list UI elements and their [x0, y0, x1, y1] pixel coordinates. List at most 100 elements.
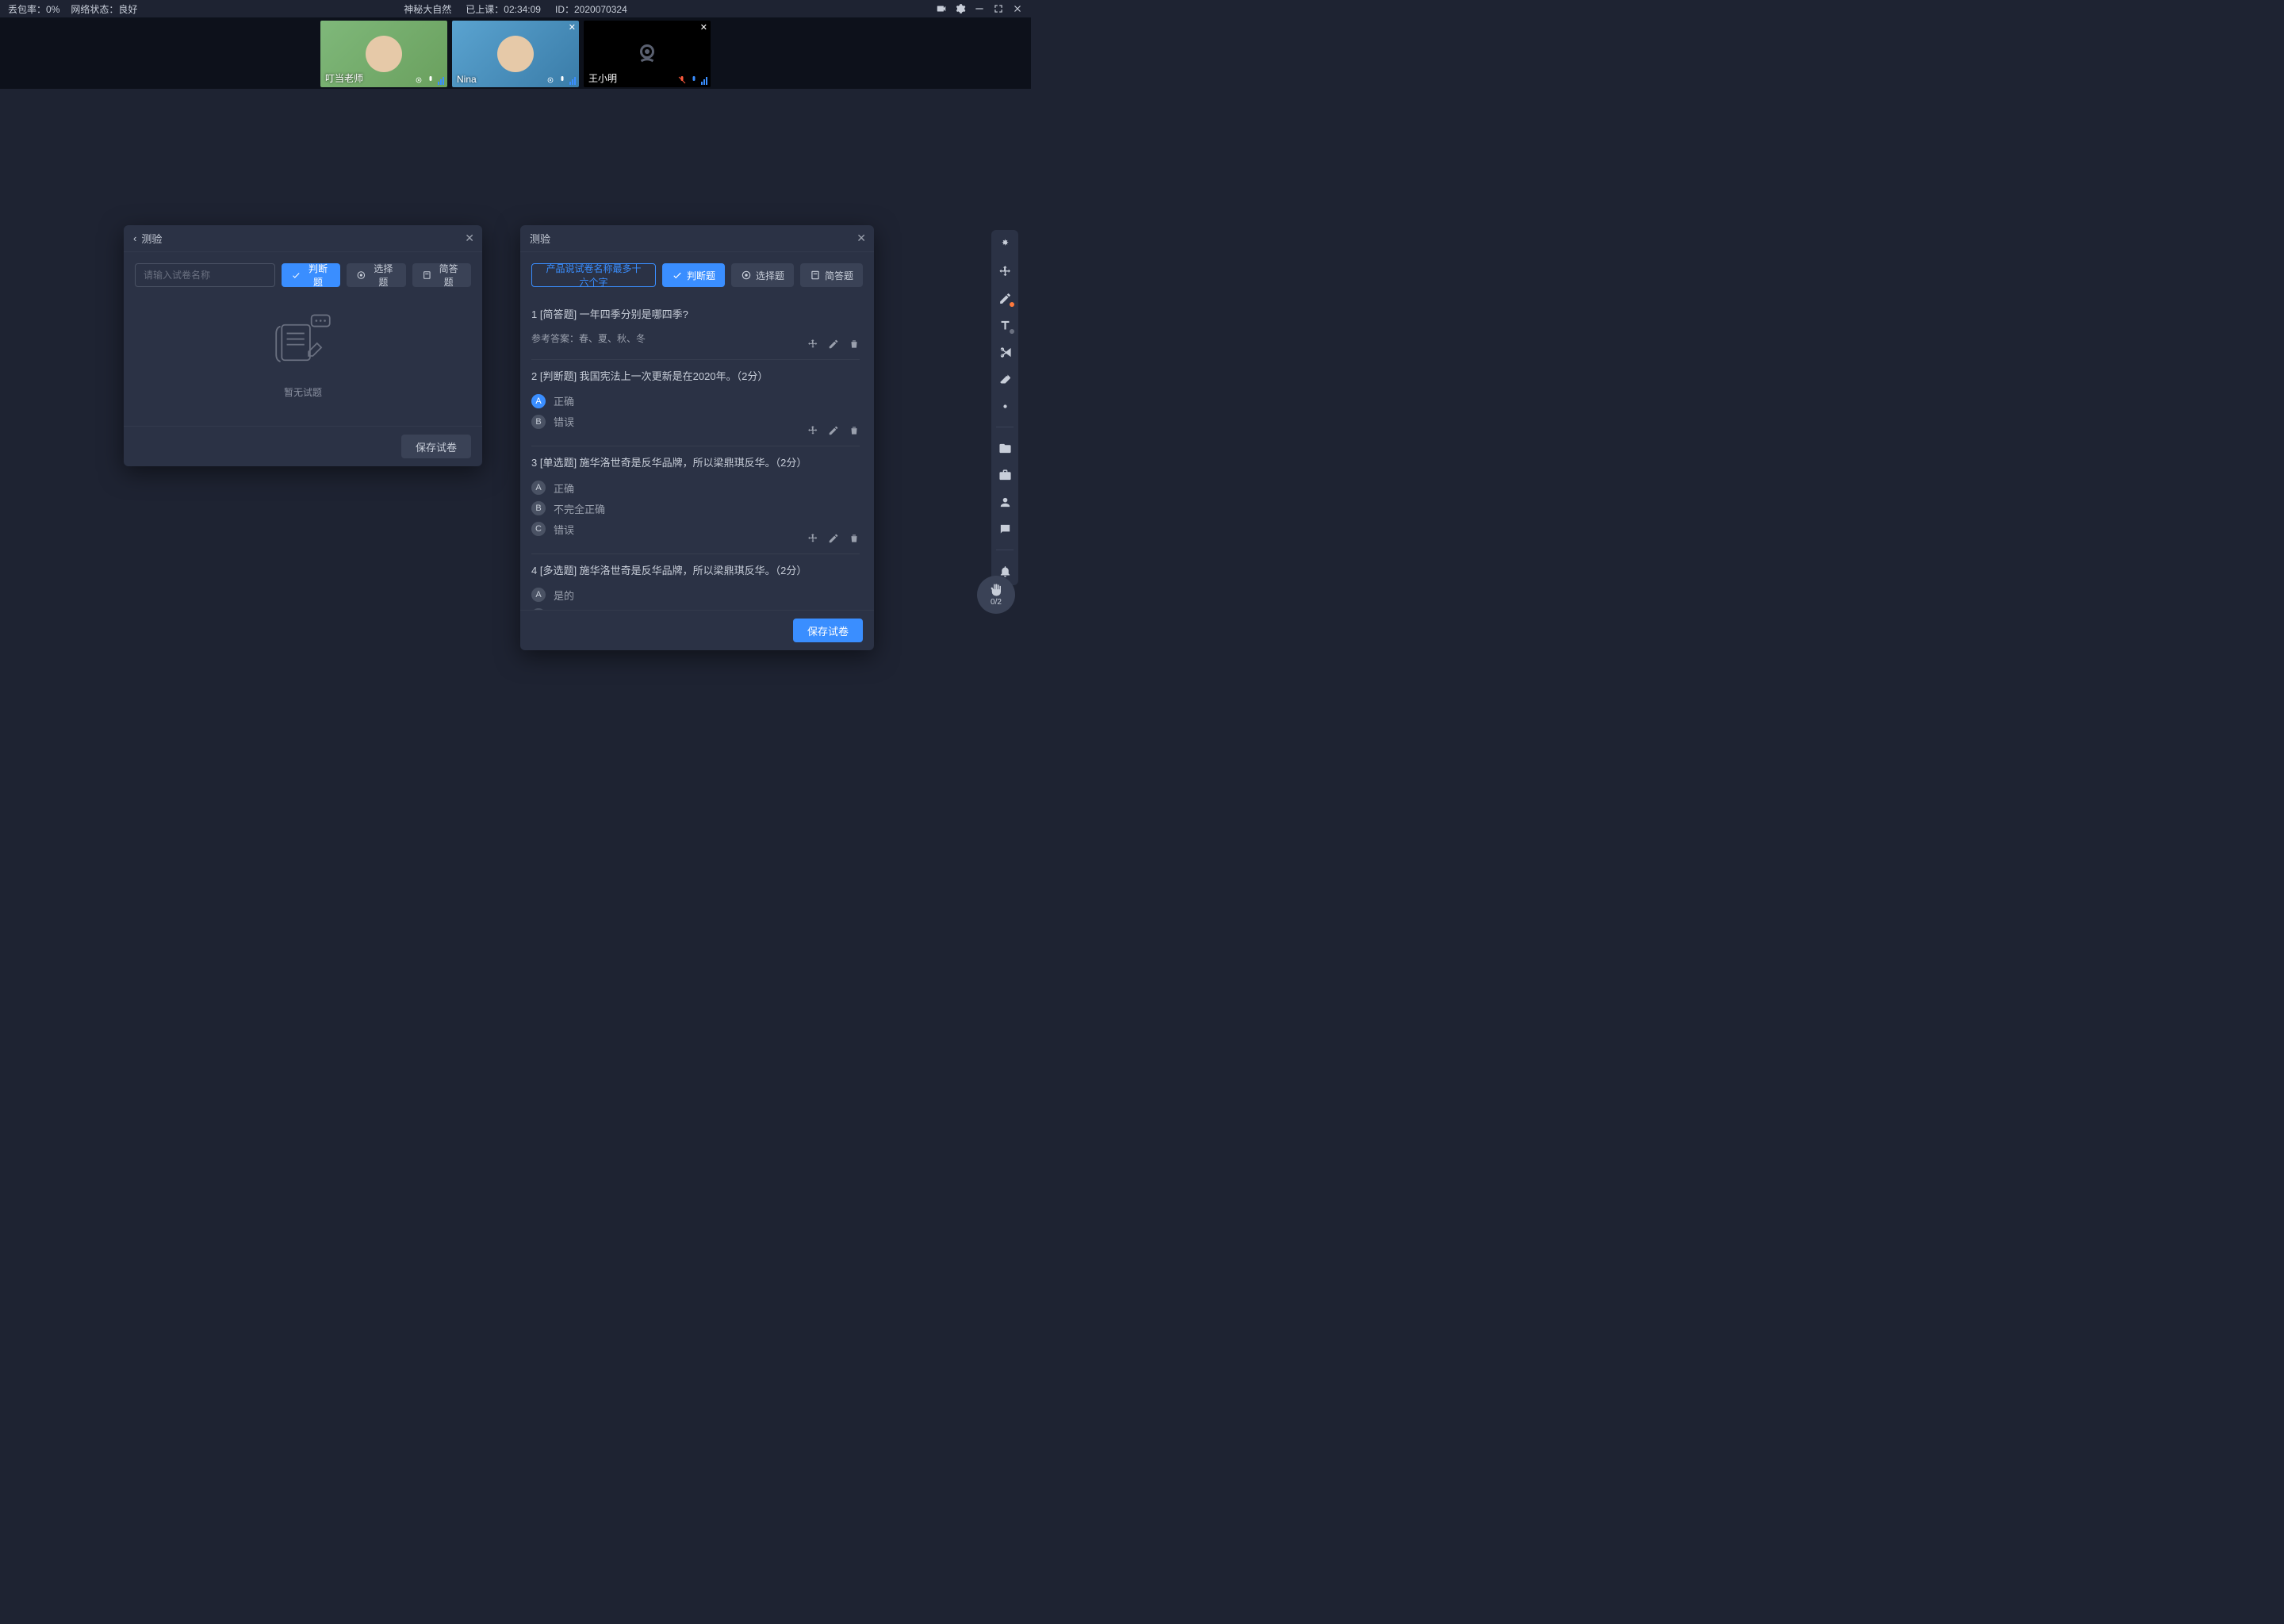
option-letter: B [531, 415, 546, 429]
pen-icon[interactable] [997, 290, 1013, 306]
add-judge-button[interactable]: 判断题 [282, 263, 340, 287]
mic-icon [426, 75, 435, 85]
empty-illus-icon [267, 311, 339, 374]
option-letter: A [531, 394, 546, 408]
option-row[interactable]: B 不完全正确 [531, 608, 860, 610]
packet-loss: 丢包率：0% [8, 2, 59, 16]
quiz-name-input[interactable]: 产品说试卷名称最多十六个字 [531, 263, 656, 287]
panel-title: 测验 [141, 231, 162, 246]
text-icon[interactable] [997, 317, 1013, 333]
quiz-panel-empty: ‹ 测验 ✕ 判断题 选择题 简答题 [124, 225, 482, 466]
option-letter: B [531, 501, 546, 515]
camera-off-icon [633, 40, 661, 68]
right-toolbar [991, 230, 1018, 585]
session-id: ID：2020070324 [555, 2, 627, 16]
back-icon[interactable]: ‹ [133, 232, 136, 244]
signal-icon [438, 77, 444, 85]
option-text: 不完全正确 [554, 608, 605, 610]
option-text: 是的 [554, 588, 574, 603]
delete-icon[interactable] [849, 425, 860, 436]
question-actions [807, 533, 860, 544]
participant-name: 叮当老师 [325, 71, 363, 85]
video-tile[interactable]: 叮当老师 [320, 21, 447, 87]
video-status-icons [677, 75, 707, 85]
video-status-icons [546, 75, 576, 85]
add-judge-button[interactable]: 判断题 [662, 263, 725, 287]
mic-icon [558, 75, 567, 85]
option-text: 不完全正确 [554, 501, 605, 516]
quiz-name-input[interactable] [135, 263, 275, 287]
question-actions [807, 339, 860, 350]
settings-icon[interactable] [955, 3, 966, 14]
empty-state: 暂无试题 [135, 311, 471, 399]
toolbox-icon[interactable] [997, 467, 1013, 483]
edit-icon[interactable] [828, 533, 839, 544]
option-row[interactable]: A 是的 [531, 588, 860, 603]
mic-icon [689, 75, 699, 85]
option-text: 正确 [554, 393, 574, 408]
camera-switch-icon[interactable] [936, 3, 947, 14]
close-icon[interactable]: ✕ [465, 232, 474, 245]
maximize-icon[interactable] [993, 3, 1004, 14]
add-short-button[interactable]: 简答题 [800, 263, 863, 287]
question-block: 1 [简答题] 一年四季分别是哪四季?参考答案：春、夏、秋、冬 [531, 298, 860, 360]
network-status: 网络状态：良好 [71, 2, 137, 16]
video-tile[interactable]: ✕ Nina [452, 21, 579, 87]
signal-icon [701, 77, 707, 85]
move-icon[interactable] [807, 425, 818, 436]
participant-name: Nina [457, 74, 477, 85]
close-video-icon[interactable]: ✕ [569, 22, 576, 33]
move-icon[interactable] [807, 339, 818, 350]
move-icon[interactable] [807, 533, 818, 544]
video-status-icons [414, 75, 444, 85]
chat-icon[interactable] [997, 521, 1013, 537]
delete-icon[interactable] [849, 339, 860, 350]
eraser-icon[interactable] [997, 371, 1013, 387]
course-title: 神秘大自然 [404, 2, 451, 16]
person-icon[interactable] [997, 494, 1013, 510]
option-text: 错误 [554, 414, 574, 429]
question-list[interactable]: 1 [简答题] 一年四季分别是哪四季?参考答案：春、夏、秋、冬 2 [判断题] … [531, 298, 863, 610]
option-letter: B [531, 608, 546, 610]
raise-hand-button[interactable]: 0/2 [977, 576, 1015, 614]
hand-count: 0/2 [991, 598, 1002, 607]
add-choice-button[interactable]: 选择题 [347, 263, 405, 287]
close-video-icon[interactable]: ✕ [700, 22, 707, 33]
folder-icon[interactable] [997, 440, 1013, 456]
save-quiz-button[interactable]: 保存试卷 [401, 435, 471, 458]
delete-icon[interactable] [849, 533, 860, 544]
option-letter: A [531, 588, 546, 602]
question-title: 1 [简答题] 一年四季分别是哪四季? [531, 308, 860, 322]
option-text: 正确 [554, 481, 574, 496]
move-icon[interactable] [997, 263, 1013, 279]
minimize-icon[interactable] [974, 3, 985, 14]
option-row[interactable]: A 正确 [531, 393, 860, 408]
close-window-icon[interactable] [1012, 3, 1023, 14]
save-quiz-button[interactable]: 保存试卷 [793, 619, 863, 642]
titlebar: 丢包率：0% 网络状态：良好 神秘大自然 已上课：02:34:09 ID：202… [0, 0, 1031, 17]
target-icon [546, 75, 555, 85]
brightness-icon[interactable] [997, 398, 1013, 414]
option-letter: C [531, 522, 546, 536]
panel-header: ‹ 测验 ✕ [124, 225, 482, 252]
edit-icon[interactable] [828, 339, 839, 350]
question-title: 3 [单选题] 施华洛世奇是反华品牌，所以梁鼎琪反华。（2分） [531, 456, 860, 470]
mic-muted-icon [677, 75, 687, 85]
cursor-click-icon[interactable] [997, 236, 1013, 252]
add-choice-button[interactable]: 选择题 [731, 263, 794, 287]
close-icon[interactable]: ✕ [856, 232, 866, 245]
video-strip: 叮当老师 ✕ Nina ✕ 王小明 [0, 17, 1031, 89]
quiz-panel-filled: 测验 ✕ 产品说试卷名称最多十六个字 判断题 选择题 简答题 1 [简答题] 一… [520, 225, 874, 650]
question-actions [807, 425, 860, 436]
participant-name: 王小明 [588, 71, 617, 85]
question-block: 4 [多选题] 施华洛世奇是反华品牌，所以梁鼎琪反华。（2分） A 是的 B 不完全正确… [531, 554, 860, 610]
option-row[interactable]: B 不完全正确 [531, 501, 860, 516]
option-row[interactable]: A 正确 [531, 481, 860, 496]
video-tile[interactable]: ✕ 王小明 [584, 21, 711, 87]
question-title: 4 [多选题] 施华洛世奇是反华品牌，所以梁鼎琪反华。（2分） [531, 564, 860, 578]
scissors-icon[interactable] [997, 344, 1013, 360]
option-letter: A [531, 481, 546, 495]
add-short-button[interactable]: 简答题 [412, 263, 471, 287]
panel-header: 测验 ✕ [520, 225, 874, 252]
edit-icon[interactable] [828, 425, 839, 436]
